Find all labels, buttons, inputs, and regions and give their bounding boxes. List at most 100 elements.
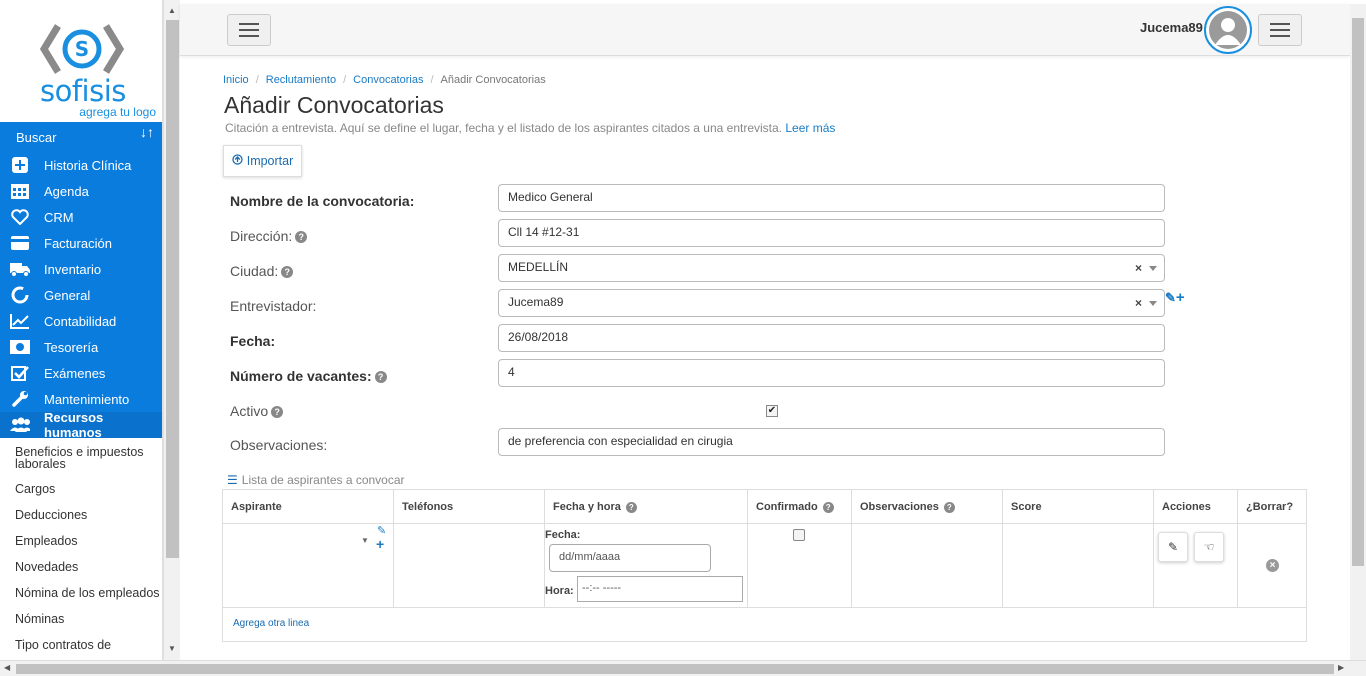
- sidebar-subitem[interactable]: Nómina de los empleados: [0, 580, 162, 606]
- help-icon[interactable]: ?: [271, 406, 284, 418]
- scrollbar-thumb[interactable]: [16, 664, 1334, 674]
- direccion-input[interactable]: Cll 14 #12-31: [498, 219, 1165, 247]
- scroll-up-icon[interactable]: ▲: [168, 6, 176, 15]
- help-icon[interactable]: ?: [625, 501, 637, 513]
- scrollbar-thumb[interactable]: [166, 20, 179, 558]
- entrevistador-actions: ✎+: [1165, 289, 1185, 306]
- row-hora-input[interactable]: --:-- -----: [577, 576, 743, 602]
- help-icon[interactable]: ?: [374, 371, 387, 383]
- clear-icon[interactable]: ×: [1135, 296, 1142, 310]
- breadcrumb-convocatorias[interactable]: Convocatorias: [353, 74, 423, 86]
- sidebar-subitem[interactable]: Cargos: [0, 476, 162, 502]
- breadcrumb: Inicio / Reclutamiento / Convocatorias / Añadi…: [223, 74, 546, 86]
- main-scrollbar[interactable]: [1350, 4, 1366, 660]
- observaciones-label: Observaciones:: [230, 437, 328, 453]
- plus-icon[interactable]: +: [376, 536, 384, 552]
- logo-mark-icon: S: [40, 24, 124, 74]
- help-icon[interactable]: ?: [822, 501, 834, 513]
- edit-icon: ✎: [1167, 540, 1179, 554]
- sidebar-item-facturacion[interactable]: Facturación: [0, 230, 162, 256]
- sidebar-item-examenes[interactable]: Exámenes: [0, 360, 162, 386]
- help-icon[interactable]: ?: [943, 501, 955, 513]
- pencil-icon[interactable]: ✎: [1165, 290, 1176, 305]
- help-icon[interactable]: ?: [295, 231, 308, 243]
- scroll-left-icon[interactable]: ◀: [4, 663, 10, 672]
- aspirantes-table: Aspirante Teléfonos Fecha y hora? Confir…: [222, 489, 1307, 608]
- ciudad-select[interactable]: MEDELLÍN ×: [498, 254, 1165, 282]
- fecha-label: Fecha:: [230, 333, 276, 349]
- horizontal-scrollbar[interactable]: ◀ ▶: [0, 660, 1366, 676]
- options-menu-button[interactable]: [1258, 14, 1302, 46]
- row-fecha-label: Fecha:: [545, 529, 581, 541]
- col-telefonos: Teléfonos: [393, 489, 545, 524]
- svg-text:S: S: [75, 37, 89, 61]
- help-icon[interactable]: ?: [281, 266, 294, 278]
- menu-toggle-button[interactable]: [227, 14, 271, 46]
- calendar-icon: [10, 182, 30, 200]
- telefonos-cell: [393, 523, 545, 608]
- entrevistador-label: Entrevistador:: [230, 298, 317, 314]
- hand-pointer-icon: ☜: [1203, 540, 1215, 554]
- aspirante-cell[interactable]: ▼ ✎ +: [222, 523, 394, 608]
- sidebar-item-historia-clinica[interactable]: Historia Clínica: [0, 152, 162, 178]
- sidebar-item-contabilidad[interactable]: Contabilidad: [0, 308, 162, 334]
- read-more-link[interactable]: Leer más: [785, 121, 835, 135]
- search-label: Buscar: [16, 130, 57, 145]
- col-fecha-hora: Fecha y hora?: [544, 489, 748, 524]
- sidebar: S sofisis agrega tu logo Buscar ↓↑ Histo…: [0, 0, 163, 660]
- sidebar-item-label: Contabilidad: [44, 313, 117, 329]
- logo[interactable]: S sofisis agrega tu logo: [0, 0, 162, 122]
- sort-icon[interactable]: ↓↑: [140, 124, 154, 140]
- scrollbar-thumb[interactable]: [1352, 18, 1364, 566]
- sidebar-subitem[interactable]: Beneficios e impuestos laborales: [0, 438, 162, 476]
- import-label: Importar: [246, 154, 294, 168]
- observaciones-textarea[interactable]: de preferencia con especialidad en cirug…: [498, 428, 1165, 456]
- chevron-down-icon[interactable]: ▼: [361, 536, 369, 545]
- edit-button[interactable]: ✎: [1158, 532, 1188, 562]
- confirmado-checkbox[interactable]: [793, 529, 805, 541]
- scroll-right-icon[interactable]: ▶: [1338, 663, 1344, 672]
- import-button[interactable]: Importar: [223, 145, 302, 177]
- sidebar-item-mantenimiento[interactable]: Mantenimiento: [0, 386, 162, 412]
- breadcrumb-inicio[interactable]: Inicio: [223, 74, 249, 86]
- col-observaciones: Observaciones?: [851, 489, 1003, 524]
- sidebar-subitem[interactable]: Deducciones: [0, 502, 162, 528]
- sidebar-item-label: CRM: [44, 209, 74, 225]
- avatar[interactable]: [1204, 6, 1252, 54]
- page-title: Añadir Convocatorias: [224, 92, 444, 118]
- page-description: Citación a entrevista. Aquí se define el…: [225, 121, 835, 135]
- score-cell: [1002, 523, 1154, 608]
- plus-icon[interactable]: +: [1176, 289, 1185, 306]
- circle-notch-icon: [10, 286, 30, 304]
- chevron-down-icon[interactable]: [1149, 301, 1157, 306]
- breadcrumb-reclutamiento[interactable]: Reclutamiento: [266, 74, 336, 86]
- username[interactable]: Jucema89: [1140, 20, 1203, 35]
- nombre-input[interactable]: Medico General: [498, 184, 1165, 212]
- sidebar-item-inventario[interactable]: Inventario: [0, 256, 162, 282]
- sidebar-scrollbar[interactable]: ▲ ▼: [163, 0, 180, 660]
- observaciones-cell[interactable]: [851, 523, 1003, 608]
- delete-icon[interactable]: ×: [1266, 559, 1279, 572]
- sidebar-item-label: Inventario: [44, 261, 102, 277]
- clear-icon[interactable]: ×: [1135, 261, 1142, 275]
- sidebar-item-recursos-humanos[interactable]: Recursos humanos: [0, 410, 162, 440]
- fecha-input[interactable]: 26/08/2018: [498, 324, 1165, 352]
- sidebar-subitem[interactable]: Tipo contratos de: [0, 632, 162, 658]
- row-fecha-input[interactable]: dd/mm/aaaa: [549, 544, 711, 572]
- vacantes-input[interactable]: 4: [498, 359, 1165, 387]
- chevron-down-icon[interactable]: [1149, 266, 1157, 271]
- add-line-link[interactable]: Agrega otra linea: [233, 618, 309, 629]
- activo-checkbox[interactable]: ✔: [766, 405, 778, 417]
- sidebar-search[interactable]: Buscar ↓↑: [0, 122, 162, 152]
- sidebar-item-crm[interactable]: CRM: [0, 204, 162, 230]
- sidebar-item-agenda[interactable]: Agenda: [0, 178, 162, 204]
- sidebar-subitem[interactable]: Empleados: [0, 528, 162, 554]
- interview-button[interactable]: ☜: [1194, 532, 1224, 562]
- sidebar-subitem[interactable]: Novedades: [0, 554, 162, 580]
- scroll-down-icon[interactable]: ▼: [168, 644, 176, 653]
- sidebar-subitem[interactable]: Nóminas: [0, 606, 162, 632]
- entrevistador-select[interactable]: Jucema89 ×: [498, 289, 1165, 317]
- col-aspirante: Aspirante: [222, 489, 394, 524]
- sidebar-item-general[interactable]: General: [0, 282, 162, 308]
- sidebar-item-tesoreria[interactable]: Tesorería: [0, 334, 162, 360]
